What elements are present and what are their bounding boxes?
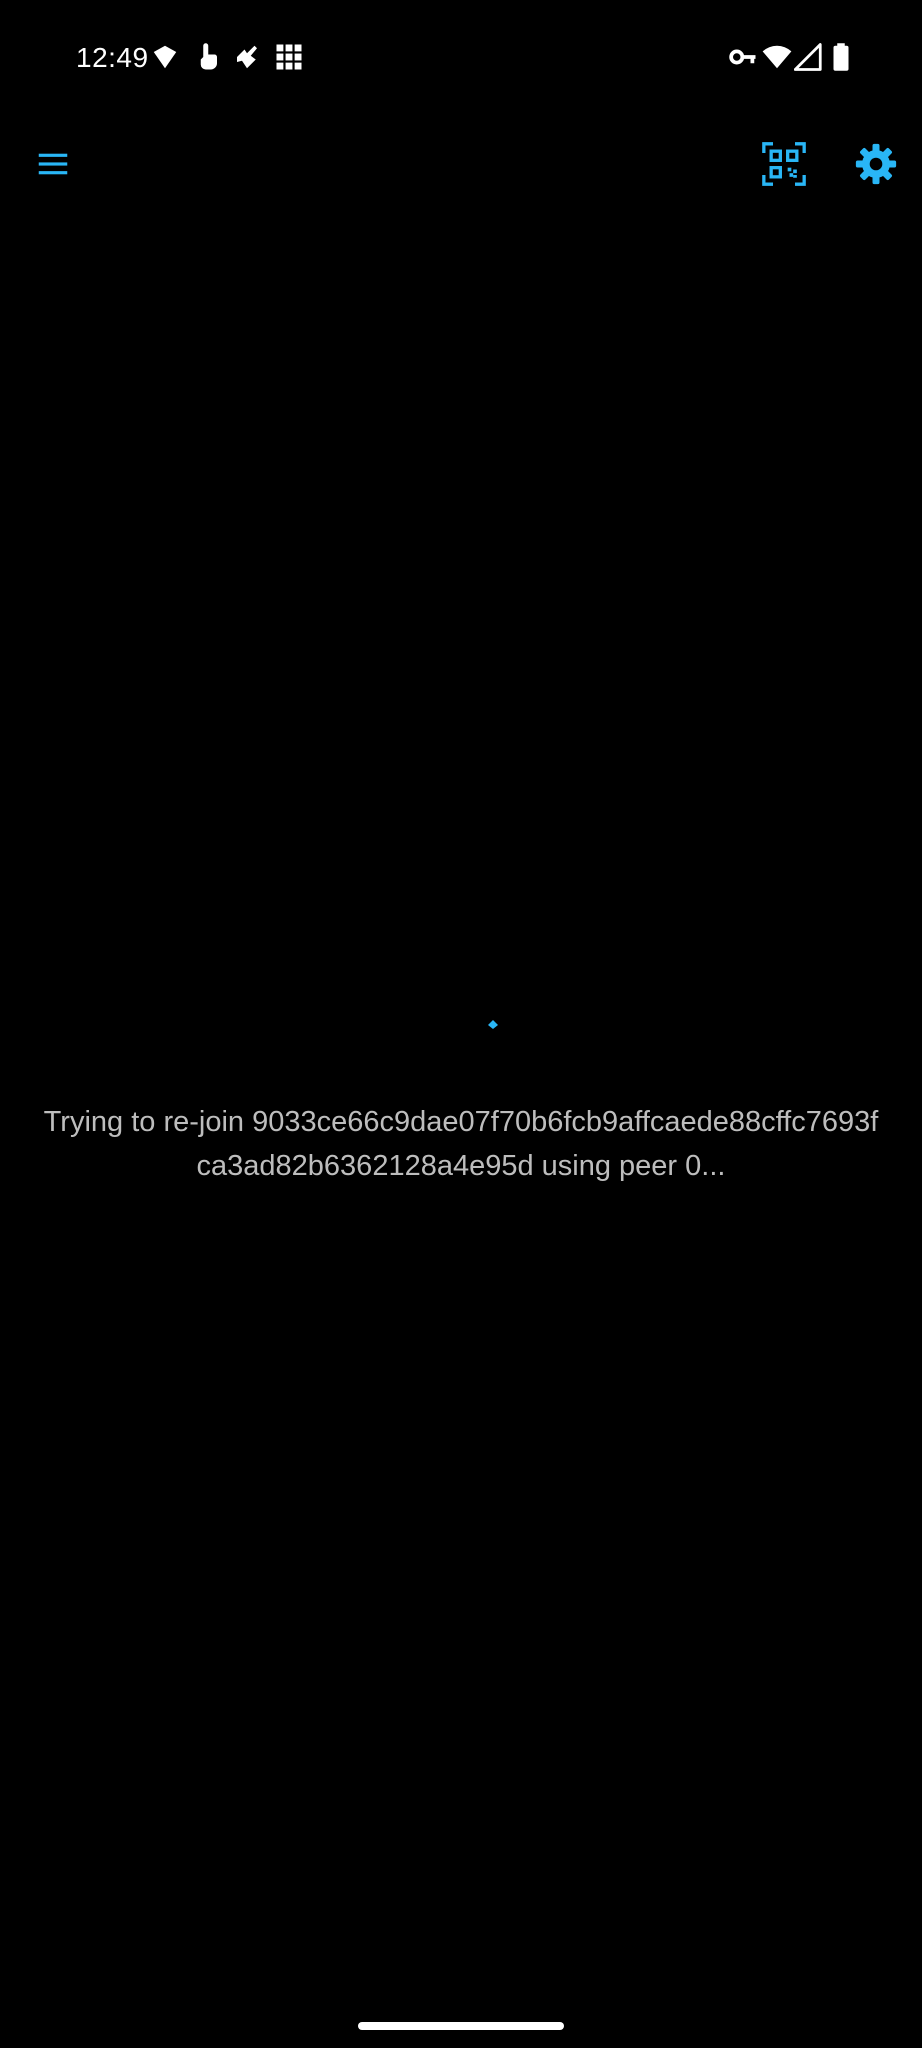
settings-button[interactable] (844, 132, 908, 196)
notification-shield-icon (150, 42, 180, 72)
menu-icon (38, 153, 68, 175)
settings-gear-icon (855, 143, 897, 185)
battery-icon (826, 42, 856, 72)
touch-icon (192, 42, 222, 72)
wifi-icon (762, 42, 792, 72)
gesture-navigation-bar[interactable] (358, 2022, 564, 2030)
cellular-signal-icon (794, 42, 824, 72)
puzzle-icon (232, 42, 262, 72)
apps-grid-icon (274, 42, 304, 72)
app-bar (0, 114, 922, 216)
status-time: 12:49 (76, 42, 149, 73)
status-message-line-1: Trying to re-join 9033ce66c9dae07f70b6fc… (43, 1106, 879, 1138)
vpn-key-icon (728, 42, 758, 72)
status-bar: 12:49 (0, 0, 922, 114)
status-message-line-2: ca3ad82b6362128a4e95d using peer 0... (196, 1150, 726, 1182)
qr-code-icon (762, 142, 806, 186)
menu-button[interactable] (21, 132, 85, 196)
qr-scan-button[interactable] (752, 132, 816, 196)
loading-spinner (484, 1016, 502, 1034)
rejoin-status-message: Trying to re-join 9033ce66c9dae07f70b6fc… (0, 1100, 922, 1188)
